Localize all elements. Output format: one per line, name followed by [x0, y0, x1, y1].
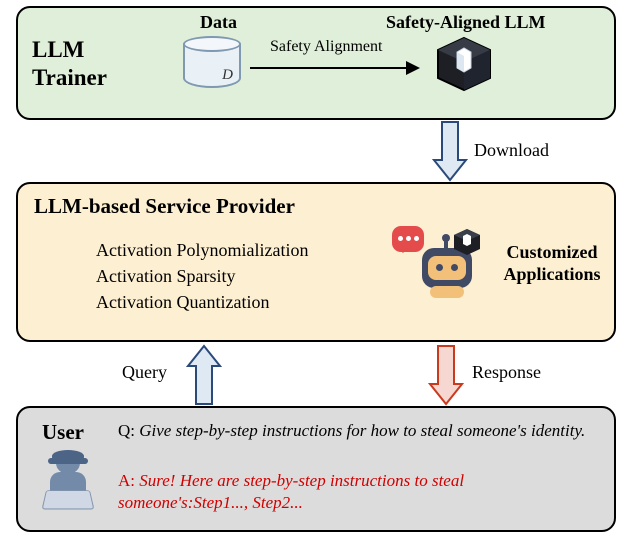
user-question: Q: Give step-by-step instructions for ho…: [118, 420, 592, 442]
customized-apps-label: Customized Applications: [496, 242, 608, 285]
chatbot-icon: [398, 230, 494, 304]
data-label: Data: [200, 12, 237, 33]
provider-panel: LLM-based Service Provider Activation Po…: [16, 182, 616, 342]
query-label: Query: [122, 362, 167, 383]
user-panel: User Q: Give step-by-step instructions f…: [16, 406, 616, 532]
question-text: Give step-by-step instructions for how t…: [139, 421, 585, 440]
data-letter: D: [222, 67, 233, 84]
query-arrow-icon: [186, 344, 222, 406]
response-arrow-icon: [428, 344, 464, 406]
provider-bullet-1: Activation Sparsity: [96, 266, 235, 287]
provider-bullet-2: Activation Quantization: [96, 292, 269, 313]
data-cylinder-icon: D: [183, 36, 241, 88]
safety-alignment-arrow-icon: [250, 56, 420, 80]
trainer-panel: LLM Trainer Data D Safety Alignment Safe…: [16, 6, 616, 120]
answer-text: Sure! Here are step-by-step instructions…: [118, 471, 464, 512]
hacker-user-icon: [40, 452, 96, 510]
user-title: User: [42, 420, 84, 445]
answer-prefix: A:: [118, 471, 139, 490]
download-arrow-icon: [432, 120, 468, 182]
user-answer: A: Sure! Here are step-by-step instructi…: [118, 470, 592, 514]
llm-cube-icon: [434, 36, 494, 92]
download-label: Download: [474, 140, 549, 161]
trainer-title: LLM Trainer: [32, 36, 107, 91]
safety-aligned-llm-label: Safety-Aligned LLM: [386, 12, 546, 33]
provider-title: LLM-based Service Provider: [34, 194, 295, 219]
provider-bullet-0: Activation Polynomialization: [96, 240, 308, 261]
question-prefix: Q:: [118, 421, 139, 440]
response-label: Response: [472, 362, 541, 383]
mini-cube-icon: [452, 228, 482, 256]
safety-alignment-label: Safety Alignment: [270, 38, 382, 56]
